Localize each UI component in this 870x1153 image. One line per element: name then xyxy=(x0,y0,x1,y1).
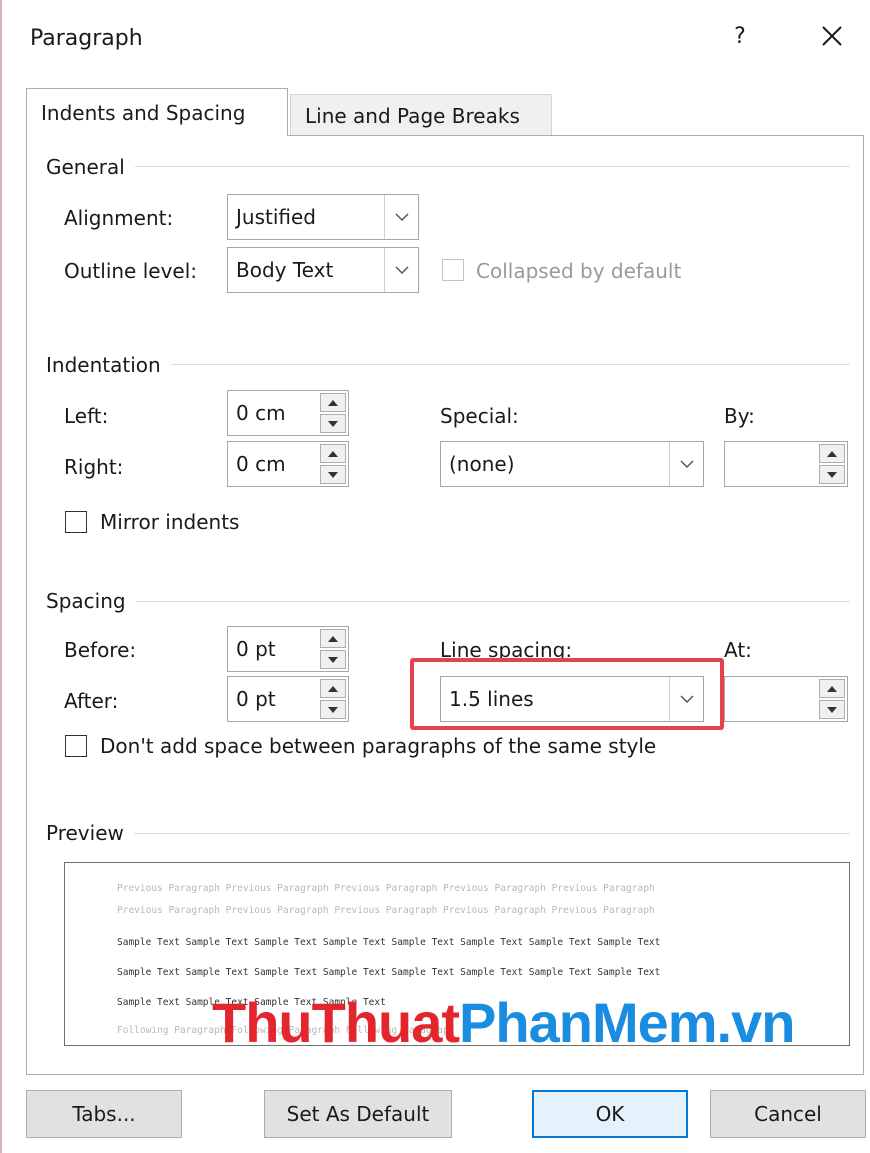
right-indent-label: Right: xyxy=(64,455,124,479)
tab-line-and-page-breaks[interactable]: Line and Page Breaks xyxy=(290,94,552,136)
set-as-default-button[interactable]: Set As Default xyxy=(264,1090,452,1138)
ok-button[interactable]: OK xyxy=(532,1090,688,1138)
after-input[interactable]: 0 pt xyxy=(227,676,349,722)
preview-previous-line: Previous Paragraph Previous Paragraph Pr… xyxy=(117,905,655,916)
special-label: Special: xyxy=(440,404,519,428)
right-indent-spinner[interactable] xyxy=(320,444,346,484)
left-indent-value: 0 cm xyxy=(236,401,286,425)
general-divider xyxy=(46,166,850,167)
by-spinner[interactable] xyxy=(819,444,845,484)
special-value: (none) xyxy=(449,452,515,476)
alignment-select[interactable]: Justified xyxy=(227,194,419,240)
alignment-label: Alignment: xyxy=(64,206,174,230)
mirror-indents-label: Mirror indents xyxy=(100,510,240,534)
chevron-down-icon xyxy=(384,248,418,292)
preview-divider xyxy=(46,833,850,834)
watermark-part-blue: PhanMem xyxy=(459,991,717,1054)
left-indent-label: Left: xyxy=(64,404,109,428)
outline-level-value: Body Text xyxy=(236,258,334,282)
right-indent-input[interactable]: 0 cm xyxy=(227,441,349,487)
dont-add-space-label: Don't add space between paragraphs of th… xyxy=(100,734,657,758)
at-spinner[interactable] xyxy=(819,679,845,719)
special-select[interactable]: (none) xyxy=(440,441,704,487)
at-input[interactable] xyxy=(724,676,848,722)
before-value: 0 pt xyxy=(236,637,276,661)
right-indent-value: 0 cm xyxy=(236,452,286,476)
spin-up-icon[interactable] xyxy=(320,679,346,698)
spin-up-icon[interactable] xyxy=(320,393,346,412)
outline-level-label: Outline level: xyxy=(64,259,198,283)
collapsed-by-default-checkbox[interactable] xyxy=(442,259,464,281)
spin-down-icon[interactable] xyxy=(819,700,845,719)
before-spinner[interactable] xyxy=(320,629,346,669)
outline-level-select[interactable]: Body Text xyxy=(227,247,419,293)
close-button[interactable] xyxy=(816,20,848,52)
preview-heading: Preview xyxy=(46,821,134,845)
spin-down-icon[interactable] xyxy=(320,465,346,484)
preview-sample-line: Sample Text Sample Text Sample Text Samp… xyxy=(117,937,661,948)
spin-down-icon[interactable] xyxy=(819,465,845,484)
dont-add-space-checkbox[interactable] xyxy=(65,735,87,757)
before-label: Before: xyxy=(64,638,137,662)
spin-up-icon[interactable] xyxy=(819,444,845,463)
spin-down-icon[interactable] xyxy=(320,700,346,719)
paragraph-dialog: Paragraph ? Indents and Spacing Line and… xyxy=(0,0,870,1153)
spin-down-icon[interactable] xyxy=(320,414,346,433)
after-spinner[interactable] xyxy=(320,679,346,719)
spin-up-icon[interactable] xyxy=(320,629,346,648)
tab-indents-and-spacing[interactable]: Indents and Spacing xyxy=(26,88,288,136)
preview-sample-line: Sample Text Sample Text Sample Text Samp… xyxy=(117,967,661,978)
after-value: 0 pt xyxy=(236,687,276,711)
chevron-down-icon xyxy=(384,195,418,239)
collapsed-by-default-label: Collapsed by default xyxy=(476,259,682,283)
after-label: After: xyxy=(64,689,119,713)
watermark-logo: ThuThuatPhanMem.vn xyxy=(212,990,796,1055)
tabs-button[interactable]: Tabs... xyxy=(26,1090,182,1138)
spacing-heading: Spacing xyxy=(46,589,136,613)
mirror-indents-checkbox[interactable] xyxy=(65,511,87,533)
cancel-button[interactable]: Cancel xyxy=(710,1090,866,1138)
left-indent-spinner[interactable] xyxy=(320,393,346,433)
close-icon xyxy=(822,26,842,46)
general-heading: General xyxy=(46,155,135,179)
spacing-divider xyxy=(46,601,850,602)
chevron-down-icon xyxy=(669,442,703,486)
watermark-part-red: ThuThuat xyxy=(212,991,460,1054)
before-input[interactable]: 0 pt xyxy=(227,626,349,672)
spin-up-icon[interactable] xyxy=(819,679,845,698)
left-indent-input[interactable]: 0 cm xyxy=(227,390,349,436)
at-label: At: xyxy=(724,638,752,662)
indentation-heading: Indentation xyxy=(46,353,171,377)
spin-up-icon[interactable] xyxy=(320,444,346,463)
watermark-part-domain: .vn xyxy=(716,991,796,1054)
line-spacing-highlight-box xyxy=(410,658,724,730)
by-input[interactable] xyxy=(724,441,848,487)
spin-down-icon[interactable] xyxy=(320,650,346,669)
preview-previous-line: Previous Paragraph Previous Paragraph Pr… xyxy=(117,883,655,894)
tab-line-and-page-breaks-label: Line and Page Breaks xyxy=(305,103,520,128)
alignment-value: Justified xyxy=(236,205,316,229)
help-button[interactable]: ? xyxy=(728,24,752,49)
tab-indents-and-spacing-label: Indents and Spacing xyxy=(41,100,246,125)
by-label: By: xyxy=(724,404,755,428)
dialog-title: Paragraph xyxy=(30,26,143,51)
